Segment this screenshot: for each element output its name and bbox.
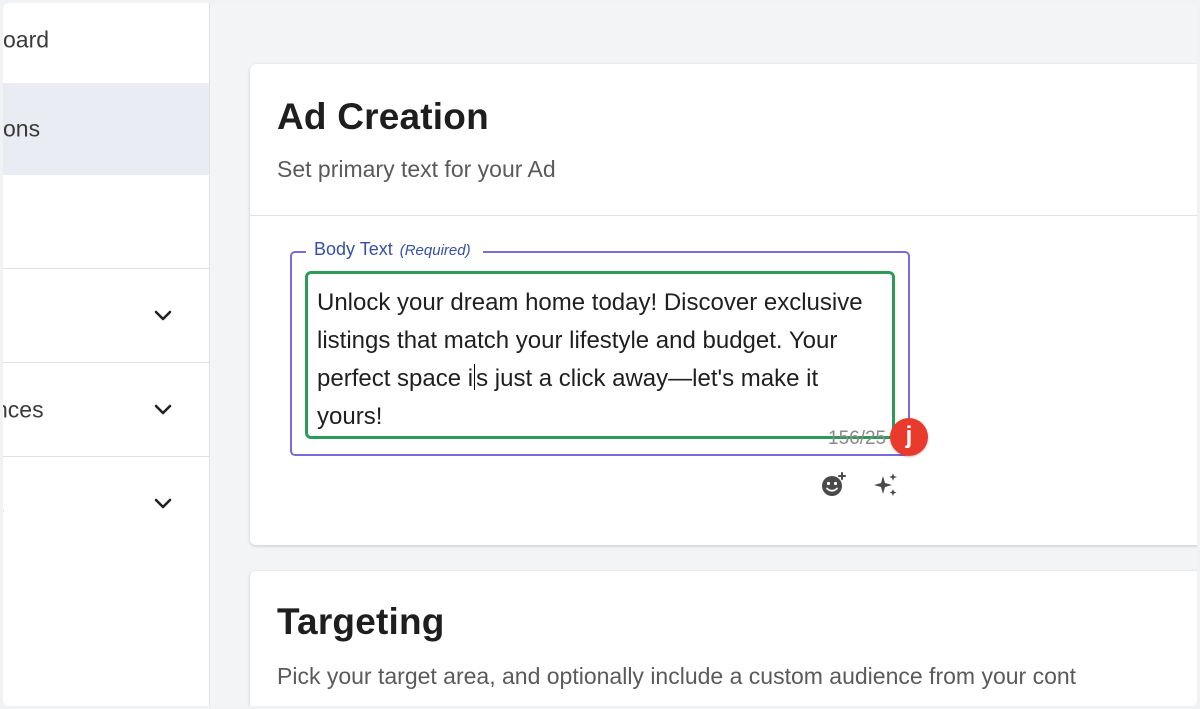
sidebar-item-label: oard <box>3 26 50 53</box>
grammar-badge[interactable]: j <box>890 418 928 456</box>
field-label-text: Body Text <box>314 239 393 259</box>
card-subtitle: Set primary text for your Ad <box>277 156 556 182</box>
sidebar-item-label: nces <box>3 396 44 422</box>
chevron-down-icon <box>154 498 172 508</box>
page-title: Ad Creation <box>277 96 489 137</box>
sidebar-item-blank[interactable] <box>3 175 209 267</box>
app-window: oard ons nces t <box>3 3 1197 706</box>
chevron-down-icon <box>154 310 172 320</box>
sidebar: oard ons nces t <box>3 3 210 706</box>
add-emoji-icon[interactable] <box>820 471 848 499</box>
body-text-field: Body Text (Required) Unlock your dream h… <box>290 239 910 456</box>
body-text-label: Body Text (Required) <box>306 239 483 260</box>
targeting-card: Targeting Pick your target area, and opt… <box>250 571 1197 706</box>
section-title: Targeting <box>277 601 445 642</box>
body-text-input[interactable]: Unlock your dream home today! Discover e… <box>305 271 895 439</box>
sidebar-item-label: ons <box>3 115 41 142</box>
text-cursor <box>474 364 476 390</box>
card-subtitle: Pick your target area, and optionally in… <box>277 663 1077 689</box>
sidebar-item-campaigns[interactable]: ons <box>3 83 209 175</box>
chevron-down-icon <box>154 404 172 414</box>
sidebar-item-dashboard[interactable]: oard <box>3 3 209 77</box>
sidebar-group-1[interactable] <box>3 269 209 362</box>
character-counter: 156/25 <box>828 428 887 449</box>
card-divider <box>250 215 1197 216</box>
sidebar-group-account[interactable]: t <box>3 457 209 550</box>
sparkle-ai-icon[interactable] <box>872 471 900 499</box>
ad-creation-card: Ad Creation Set primary text for your Ad… <box>250 64 1197 545</box>
sidebar-group-audiences[interactable]: nces <box>3 363 209 456</box>
required-label: (Required) <box>399 242 471 259</box>
